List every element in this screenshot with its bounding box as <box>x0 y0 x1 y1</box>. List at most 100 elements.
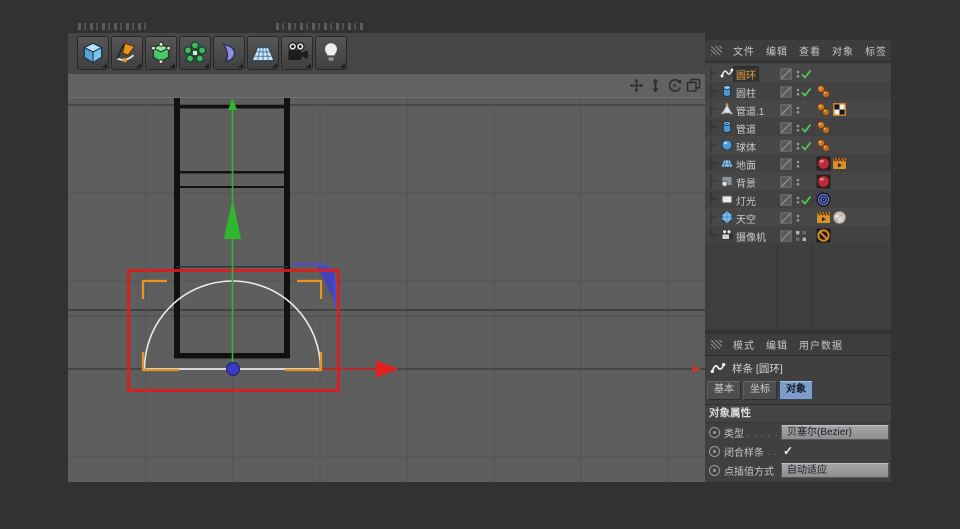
make-editable-button[interactable] <box>145 36 177 70</box>
attribute-manager-menu-item[interactable]: 用户数据 <box>799 337 843 352</box>
grip-hatch-icon[interactable] <box>711 340 722 349</box>
object-row[interactable]: 管道.1 <box>705 100 891 118</box>
pan-icon[interactable] <box>629 78 644 93</box>
object-label[interactable]: 圆环 <box>734 67 758 82</box>
attribute-manager-menu-item[interactable]: 编辑 <box>766 337 788 352</box>
visibility-toggle-icon[interactable] <box>780 229 792 241</box>
grid-lines <box>68 98 705 482</box>
editor-visibility-dots-icon[interactable] <box>794 175 802 187</box>
object-row[interactable]: 球体 <box>705 136 891 154</box>
material-balls-tag-icon[interactable] <box>816 138 831 153</box>
material-balls-tag-icon[interactable] <box>816 102 831 117</box>
viewport[interactable] <box>68 97 705 482</box>
tree-branch-icon <box>707 226 721 244</box>
dolly-icon[interactable] <box>648 78 663 93</box>
camera-tool-button[interactable] <box>281 36 313 70</box>
visibility-toggle-icon[interactable] <box>780 67 792 79</box>
spline-pen-button[interactable] <box>111 36 143 70</box>
visibility-toggle-icon[interactable] <box>780 103 792 115</box>
cloner-button[interactable] <box>179 36 211 70</box>
object-row[interactable]: 地面 <box>705 154 891 172</box>
attribute-manager-menu: 模式编辑用户数据 <box>705 334 891 356</box>
viewport-canvas[interactable] <box>68 98 705 482</box>
material-balls-tag-icon[interactable] <box>816 120 831 135</box>
object-row[interactable]: 圆柱 <box>705 82 891 100</box>
object-label[interactable]: 管道.1 <box>736 103 764 118</box>
animate-circle-icon[interactable] <box>709 446 720 457</box>
object-label[interactable]: 天空 <box>736 211 756 226</box>
visibility-toggle-icon[interactable] <box>780 85 792 97</box>
checker-texture-tag-icon[interactable] <box>832 102 847 117</box>
enabled-check-icon[interactable] <box>800 121 812 133</box>
type-dropdown[interactable]: 贝塞尔(Bezier) <box>781 425 889 440</box>
visibility-toggle-icon[interactable] <box>780 139 792 151</box>
object-manager-menu-item[interactable]: 对象 <box>832 43 854 58</box>
enabled-check-icon[interactable] <box>800 139 812 151</box>
visibility-toggle-icon[interactable] <box>780 211 792 223</box>
compositing-tag-icon[interactable] <box>832 156 847 171</box>
object-manager-menu-item[interactable]: 编辑 <box>766 43 788 58</box>
cube-primitive-button[interactable] <box>77 36 109 70</box>
object-manager-menu-item[interactable]: 标签 <box>865 43 887 58</box>
red-material-tag-icon[interactable] <box>816 156 831 171</box>
object-label[interactable]: 灯光 <box>736 193 756 208</box>
rotate-icon[interactable] <box>667 78 682 93</box>
object-row[interactable]: 圆环 <box>705 64 891 82</box>
animate-circle-icon[interactable] <box>709 465 720 476</box>
tag-row <box>816 138 831 153</box>
light-tool-button[interactable] <box>315 36 347 70</box>
compositing-tag-icon[interactable] <box>816 210 831 225</box>
deformer-button[interactable] <box>213 36 245 70</box>
property-label: 点插值方式 <box>724 463 774 478</box>
red-material-tag-icon[interactable] <box>816 174 831 189</box>
close-spline-checkbox[interactable]: ✓ <box>783 444 793 458</box>
visibility-toggle-icon[interactable] <box>780 121 792 133</box>
visibility-toggle-icon[interactable] <box>780 175 792 187</box>
attribute-tabs: 基本坐标对象 <box>705 380 891 400</box>
x-axis-handle[interactable] <box>376 361 399 378</box>
object-label[interactable]: 球体 <box>736 139 756 154</box>
tab-object[interactable]: 对象 <box>779 381 813 400</box>
object-manager-menu-item[interactable]: 查看 <box>799 43 821 58</box>
enabled-check-icon[interactable] <box>800 67 812 79</box>
application-window: 文件编辑查看对象标签 圆环圆柱管道.1管道球体地面背景灯光天空摄像机 模式编辑用… <box>0 0 960 529</box>
camera-view-toggle-icon[interactable] <box>795 229 807 241</box>
visibility-toggle-icon[interactable] <box>780 157 792 169</box>
object-row[interactable]: 管道 <box>705 118 891 136</box>
object-row[interactable]: 摄像机 <box>705 226 891 244</box>
camera-icon <box>720 228 734 242</box>
tab-coordinates[interactable]: 坐标 <box>743 381 777 400</box>
object-label[interactable]: 背景 <box>736 175 756 190</box>
floor-environment-button[interactable] <box>247 36 279 70</box>
editor-visibility-dots-icon[interactable] <box>794 211 802 223</box>
object-row[interactable]: 天空 <box>705 208 891 226</box>
toggle-view-icon[interactable] <box>686 78 701 93</box>
visibility-toggle-icon[interactable] <box>780 193 792 205</box>
target-rings-tag-icon[interactable] <box>816 192 831 207</box>
material-balls-tag-icon[interactable] <box>816 84 831 99</box>
editor-visibility-dots-icon[interactable] <box>794 157 802 169</box>
protection-tag-icon[interactable] <box>816 228 831 243</box>
spline-pen-icon <box>114 40 140 66</box>
object-row[interactable]: 灯光 <box>705 190 891 208</box>
object-label[interactable]: 圆柱 <box>736 85 756 100</box>
sky-material-tag-icon[interactable] <box>832 210 847 225</box>
y-axis-handle[interactable] <box>224 98 241 369</box>
origin-point-handle[interactable] <box>227 363 240 376</box>
object-row[interactable]: 背景 <box>705 172 891 190</box>
interpolation-dropdown[interactable]: 自动适应 <box>781 463 889 478</box>
object-manager-menu-item[interactable]: 文件 <box>733 43 755 58</box>
attribute-manager-menu-item[interactable]: 模式 <box>733 337 755 352</box>
object-label[interactable]: 管道 <box>736 121 756 136</box>
enabled-check-icon[interactable] <box>800 193 812 205</box>
object-label[interactable]: 地面 <box>736 157 756 172</box>
grip-hatch-icon[interactable] <box>711 46 722 55</box>
floor-environment-icon <box>250 40 276 66</box>
object-label[interactable]: 摄像机 <box>736 229 766 244</box>
animate-circle-icon[interactable] <box>709 427 720 438</box>
editor-visibility-dots-icon[interactable] <box>794 103 802 115</box>
tag-row <box>816 228 831 243</box>
tab-basic[interactable]: 基本 <box>707 381 741 400</box>
enabled-check-icon[interactable] <box>800 85 812 97</box>
cone-spline-icon <box>720 102 734 116</box>
